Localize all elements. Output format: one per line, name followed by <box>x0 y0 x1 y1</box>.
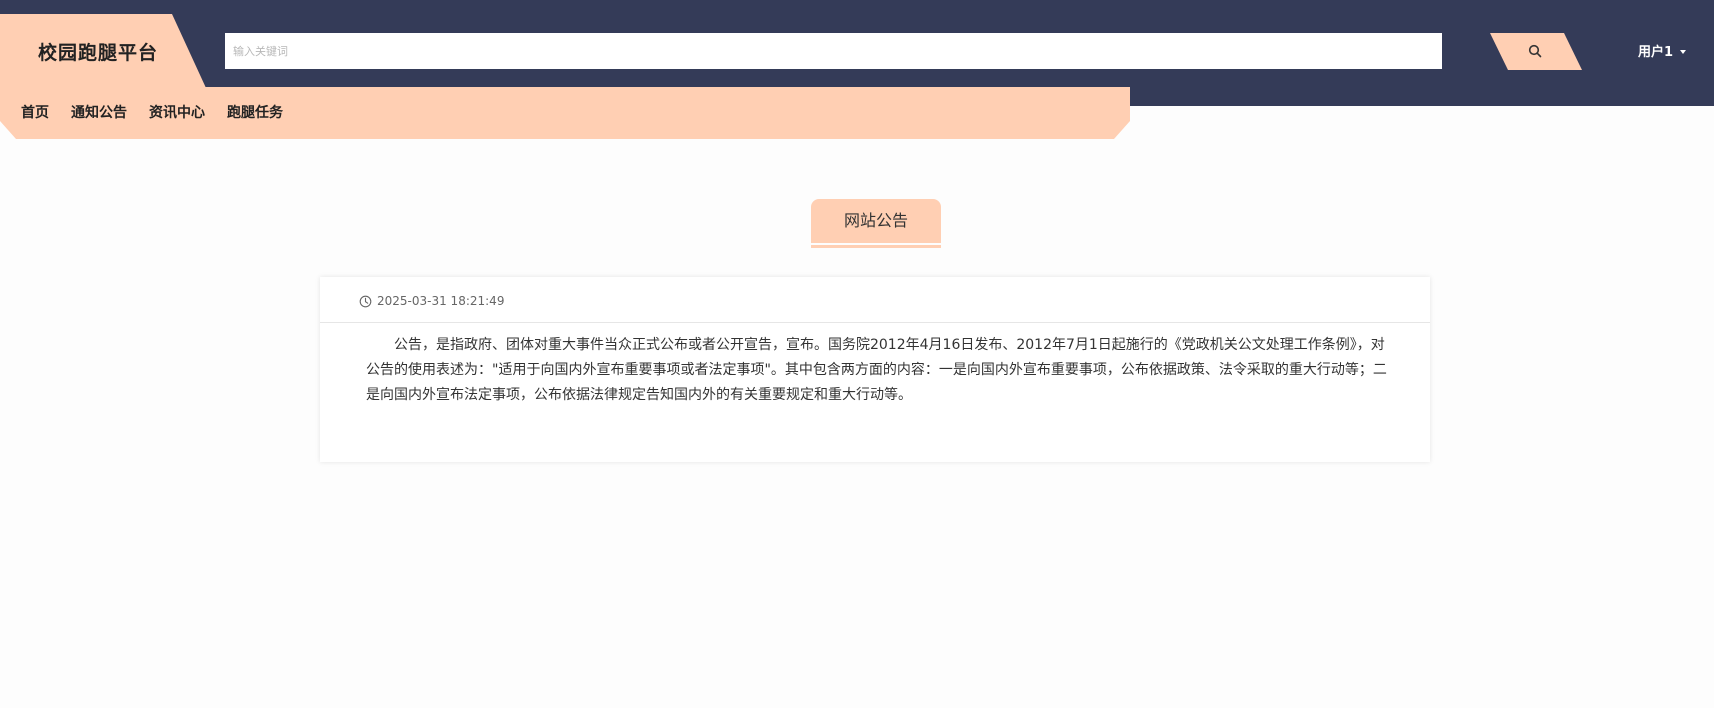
nav-item-notices[interactable]: 通知公告 <box>71 102 127 122</box>
notice-card: 2025-03-31 18:21:49 公告，是指政府、团体对重大事件当众正式公… <box>320 277 1430 462</box>
notice-timestamp: 2025-03-31 18:21:49 <box>377 294 505 308</box>
site-title[interactable]: 校园跑腿平台 <box>38 38 158 65</box>
search-input[interactable] <box>225 33 1442 69</box>
main-nav: 首页 通知公告 资讯中心 跑腿任务 <box>21 102 283 122</box>
section-title: 网站公告 <box>811 199 941 243</box>
user-name: 用户1 <box>1638 45 1674 60</box>
chevron-down-icon <box>1680 49 1687 54</box>
notice-content: 公告，是指政府、团体对重大事件当众正式公布或者公开宣告，宣布。国务院2012年4… <box>366 337 1387 403</box>
nav-item-news[interactable]: 资讯中心 <box>149 102 205 122</box>
nav-item-home[interactable]: 首页 <box>21 102 49 122</box>
notice-header: 2025-03-31 18:21:49 <box>320 277 1430 323</box>
section-underline <box>811 245 941 248</box>
user-menu[interactable]: 用户1 <box>1638 41 1687 60</box>
search-icon <box>1528 44 1542 58</box>
nav-item-errand-tasks[interactable]: 跑腿任务 <box>227 102 283 122</box>
notice-time: 2025-03-31 18:21:49 <box>359 294 504 308</box>
clock-icon <box>359 295 372 307</box>
